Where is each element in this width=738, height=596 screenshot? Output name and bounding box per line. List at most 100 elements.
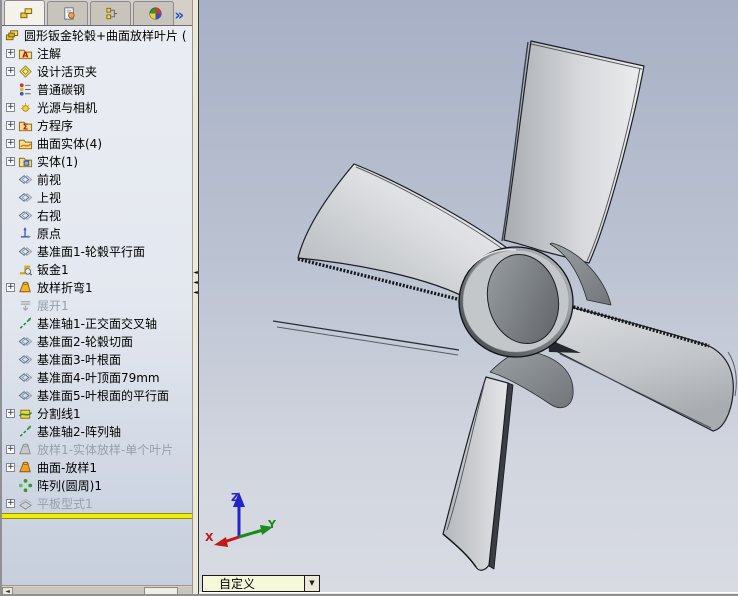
tree-item-label: 展开1 [37, 298, 69, 313]
tree-item[interactable]: + 设计活页夹 [2, 62, 192, 80]
tree-item[interactable]: 原点 [2, 224, 192, 242]
tree-item[interactable]: + A 注解 [2, 44, 192, 62]
tree-item-label: 基准轴2-阵列轴 [37, 424, 121, 439]
tree-item[interactable]: + 曲面实体(4) [2, 134, 192, 152]
panel-horizontal-scrollbar[interactable]: ◄ [2, 585, 192, 594]
tree-item-label: 基准面2-轮毂切面 [37, 334, 133, 349]
tree-item-label: 前视 [37, 172, 62, 187]
expand-icon[interactable]: + [6, 444, 15, 454]
tree-item[interactable]: + 平板型式1 [2, 494, 192, 512]
scrollbar-thumb[interactable] [144, 587, 178, 594]
triad-x-label: X [205, 531, 214, 544]
tree-item-label: 设计活页夹 [37, 64, 98, 79]
tree-item-label: 钣金1 [37, 262, 69, 277]
expand-icon[interactable]: + [6, 498, 15, 508]
panel-tabs: » [2, 0, 192, 26]
triad-z-label: Z [231, 491, 239, 504]
tree-item-label: 基准面1-轮毂平行面 [37, 244, 145, 259]
part-icon [5, 28, 20, 43]
tree-item[interactable]: 右视 [2, 206, 192, 224]
tree-item[interactable]: 阵列(圆周)1 [2, 476, 192, 494]
tree-item-label: 圆形钣金轮毂+曲面放样叶片 ( [24, 28, 187, 43]
tree-item[interactable]: 基准面3-叶根面 [2, 350, 192, 368]
tree-item[interactable]: 基准面5-叶根面的平行面 [2, 386, 192, 404]
tree-item[interactable]: 基准轴2-阵列轴 [2, 422, 192, 440]
expand-icon[interactable]: + [6, 102, 15, 112]
tree-item[interactable]: + 分割线1 [2, 404, 192, 422]
tree-item[interactable]: + 光源与相机 [2, 98, 192, 116]
tree-item-label: 基准面3-叶根面 [37, 352, 121, 367]
circular-pattern-icon [18, 478, 33, 493]
tree-item-label: 方程序 [37, 118, 74, 133]
chevron-down-icon[interactable]: ▼ [304, 576, 319, 591]
panel-splitter[interactable]: ◄ ◄ ◄ [192, 0, 199, 594]
tree-item[interactable]: 基准面1-轮毂平行面 [2, 242, 192, 260]
tab-property-icon [62, 6, 77, 21]
tree-item[interactable]: 基准面2-轮毂切面 [2, 332, 192, 350]
expand-icon[interactable]: + [6, 138, 15, 148]
tab-feature-icon [19, 6, 34, 21]
tree-item-label: 原点 [37, 226, 62, 241]
tree-item[interactable]: + 放样折弯1 [2, 278, 192, 296]
splitter-collapse-arrows[interactable]: ◄ ◄ ◄ [193, 268, 198, 298]
solid-bodies-icon [18, 154, 33, 169]
scene-combo[interactable]: 自定义 ▼ [202, 575, 320, 592]
axis-icon [18, 316, 33, 331]
scroll-left-button[interactable]: ◄ [2, 586, 13, 594]
expand-icon[interactable]: + [6, 120, 15, 130]
tree-item-label: 右视 [37, 208, 62, 223]
expand-icon[interactable]: + [6, 408, 15, 418]
tree-item-label: 分割线1 [37, 406, 81, 421]
plane-icon [18, 334, 33, 349]
tree-item-label: 放样折弯1 [37, 280, 93, 295]
plane-icon [18, 244, 33, 259]
splitter-arrow-icon: ◄ [193, 269, 198, 276]
expand-icon[interactable]: + [6, 156, 15, 166]
tree-item-label: 基准轴1-正交面交叉轴 [37, 316, 157, 331]
tree-item-label: 光源与相机 [37, 100, 98, 115]
expand-icon[interactable]: + [6, 66, 15, 76]
tree-item[interactable]: 基准面4-叶顶面79mm [2, 368, 192, 386]
tree-item[interactable]: + 放样1-实体放样-单个叶片 [2, 440, 192, 458]
tree-item[interactable]: 普通碳钢 [2, 80, 192, 98]
equations-icon: Σ [18, 118, 33, 133]
tree-item[interactable]: 展开1 [2, 296, 192, 314]
splitter-arrow-icon: ◄ [193, 279, 198, 286]
tab-featuremanager[interactable] [4, 0, 46, 25]
tree-item-label: 上视 [37, 190, 62, 205]
tree-item-label: 普通碳钢 [37, 82, 86, 97]
splitter-arrow-icon: ◄ [193, 289, 198, 296]
expand-icon[interactable]: + [6, 462, 15, 472]
plane-icon [18, 352, 33, 367]
svg-text:Σ: Σ [23, 122, 28, 131]
tree-root-item[interactable]: 圆形钣金轮毂+曲面放样叶片 ( [2, 26, 192, 44]
sheet-metal-icon [18, 262, 33, 277]
status-bar [199, 592, 738, 594]
tree-item[interactable]: 前视 [2, 170, 192, 188]
graphics-viewport[interactable]: Z Y X 自定义 ▼ [199, 0, 738, 592]
tree-item-label: 曲面-放样1 [37, 460, 97, 475]
tree-item[interactable]: 钣金1 [2, 260, 192, 278]
surface-bodies-icon [18, 136, 33, 151]
tree-item[interactable]: + 实体(1) [2, 152, 192, 170]
rollback-bar[interactable] [2, 513, 192, 519]
flatten-icon [18, 298, 33, 313]
tree-item-label: 平板型式1 [37, 496, 93, 511]
feature-tree: 圆形钣金轮毂+曲面放样叶片 (+ A 注解 + 设计活页夹 普通碳钢 + 光源与相机 + Σ 方程序… [2, 26, 192, 586]
tree-item[interactable]: 上视 [2, 188, 192, 206]
tab-configurationmanager[interactable] [90, 1, 132, 25]
feature-panel: » 圆形钣金轮毂+曲面放样叶片 (+ A 注解 + 设计活页夹 普通碳钢 + 光源与相机 + Σ 方… [2, 0, 192, 594]
expand-icon[interactable]: + [6, 282, 15, 292]
expand-icon[interactable]: + [6, 48, 15, 58]
tab-propertymanager[interactable] [47, 1, 89, 25]
plane-icon [18, 388, 33, 403]
tree-item[interactable]: 基准轴1-正交面交叉轴 [2, 314, 192, 332]
tree-item[interactable]: + Σ 方程序 [2, 116, 192, 134]
annotations-icon: A [18, 46, 33, 61]
origin-icon [18, 226, 33, 241]
material-icon [18, 82, 33, 97]
model-canvas[interactable]: Z Y X [199, 0, 738, 592]
panel-overflow-button[interactable]: » [174, 5, 184, 25]
tab-dimxpertmanager[interactable] [133, 1, 175, 25]
tree-item[interactable]: + 曲面-放样1 [2, 458, 192, 476]
